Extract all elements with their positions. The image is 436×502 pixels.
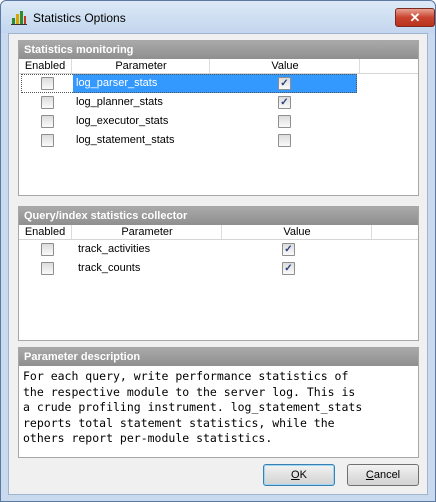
column-value[interactable]: Value xyxy=(211,60,359,72)
enabled-checkbox[interactable] xyxy=(41,243,54,256)
table-row[interactable]: track_activities ✓ xyxy=(19,240,418,259)
parameter-name: log_parser_stats xyxy=(76,77,158,89)
ok-button[interactable]: OK xyxy=(263,464,335,486)
enabled-checkbox[interactable] xyxy=(41,77,54,90)
enabled-checkbox[interactable] xyxy=(41,134,54,147)
column-parameter[interactable]: Parameter xyxy=(73,60,209,72)
monitoring-grid-header: Enabled Parameter Value xyxy=(19,59,418,74)
enabled-checkbox[interactable] xyxy=(41,115,54,128)
statistics-app-icon xyxy=(11,11,27,25)
parameter-name: log_executor_stats xyxy=(76,115,169,127)
close-icon: ✕ xyxy=(409,10,421,25)
parameter-description-text: For each query, write performance statis… xyxy=(23,369,363,445)
statistics-collector-header: Query/index statistics collector xyxy=(19,207,418,225)
ok-button-accelerator: O xyxy=(291,469,300,481)
title-bar[interactable]: Statistics Options ✕ xyxy=(1,1,435,33)
statistics-collector-group: Query/index statistics collector Enabled… xyxy=(18,206,419,341)
statistics-options-window: Statistics Options ✕ Statistics monitori… xyxy=(0,0,436,502)
statistics-monitoring-header: Statistics monitoring xyxy=(19,41,418,59)
column-enabled[interactable]: Enabled xyxy=(23,60,67,72)
column-enabled[interactable]: Enabled xyxy=(23,226,67,238)
collector-rows: track_activities ✓ track_counts ✓ xyxy=(19,240,418,278)
ok-button-label: K xyxy=(299,469,307,481)
table-row[interactable]: log_planner_stats ✓ xyxy=(19,93,418,112)
cancel-button-accelerator: C xyxy=(365,469,374,481)
enabled-checkbox[interactable] xyxy=(41,96,54,109)
close-button[interactable]: ✕ xyxy=(395,8,435,27)
cancel-button-label: ancel xyxy=(373,469,401,481)
value-checkbox[interactable]: ✓ xyxy=(278,96,291,109)
value-checkbox[interactable] xyxy=(278,134,291,147)
column-parameter[interactable]: Parameter xyxy=(73,226,221,238)
parameter-name: track_activities xyxy=(78,243,151,255)
focus-rectangle xyxy=(21,74,357,93)
parameter-description-header: Parameter description xyxy=(19,348,418,366)
parameter-name: log_statement_stats xyxy=(76,134,175,146)
cancel-button[interactable]: Cancel xyxy=(347,464,419,486)
parameter-name: log_planner_stats xyxy=(76,96,163,108)
table-row[interactable]: log_executor_stats xyxy=(19,112,418,131)
table-row[interactable]: track_counts ✓ xyxy=(19,259,418,278)
value-checkbox[interactable]: ✓ xyxy=(282,262,295,275)
window-title: Statistics Options xyxy=(33,11,126,25)
value-checkbox[interactable] xyxy=(278,115,291,128)
table-row[interactable]: log_parser_stats ✓ xyxy=(19,74,418,93)
column-value[interactable]: Value xyxy=(223,226,371,238)
monitoring-rows: log_parser_stats ✓ log_planner_stats ✓ log_e… xyxy=(19,74,418,150)
table-row[interactable]: log_statement_stats xyxy=(19,131,418,150)
statistics-monitoring-group: Statistics monitoring Enabled Parameter … xyxy=(18,40,419,196)
dialog-client-area: Statistics monitoring Enabled Parameter … xyxy=(8,33,428,495)
collector-grid-header: Enabled Parameter Value xyxy=(19,225,418,240)
enabled-checkbox[interactable] xyxy=(41,262,54,275)
parameter-name: track_counts xyxy=(78,262,141,274)
parameter-description-group: Parameter description For each query, wr… xyxy=(18,347,419,458)
value-checkbox[interactable]: ✓ xyxy=(282,243,295,256)
value-checkbox[interactable]: ✓ xyxy=(278,77,291,90)
